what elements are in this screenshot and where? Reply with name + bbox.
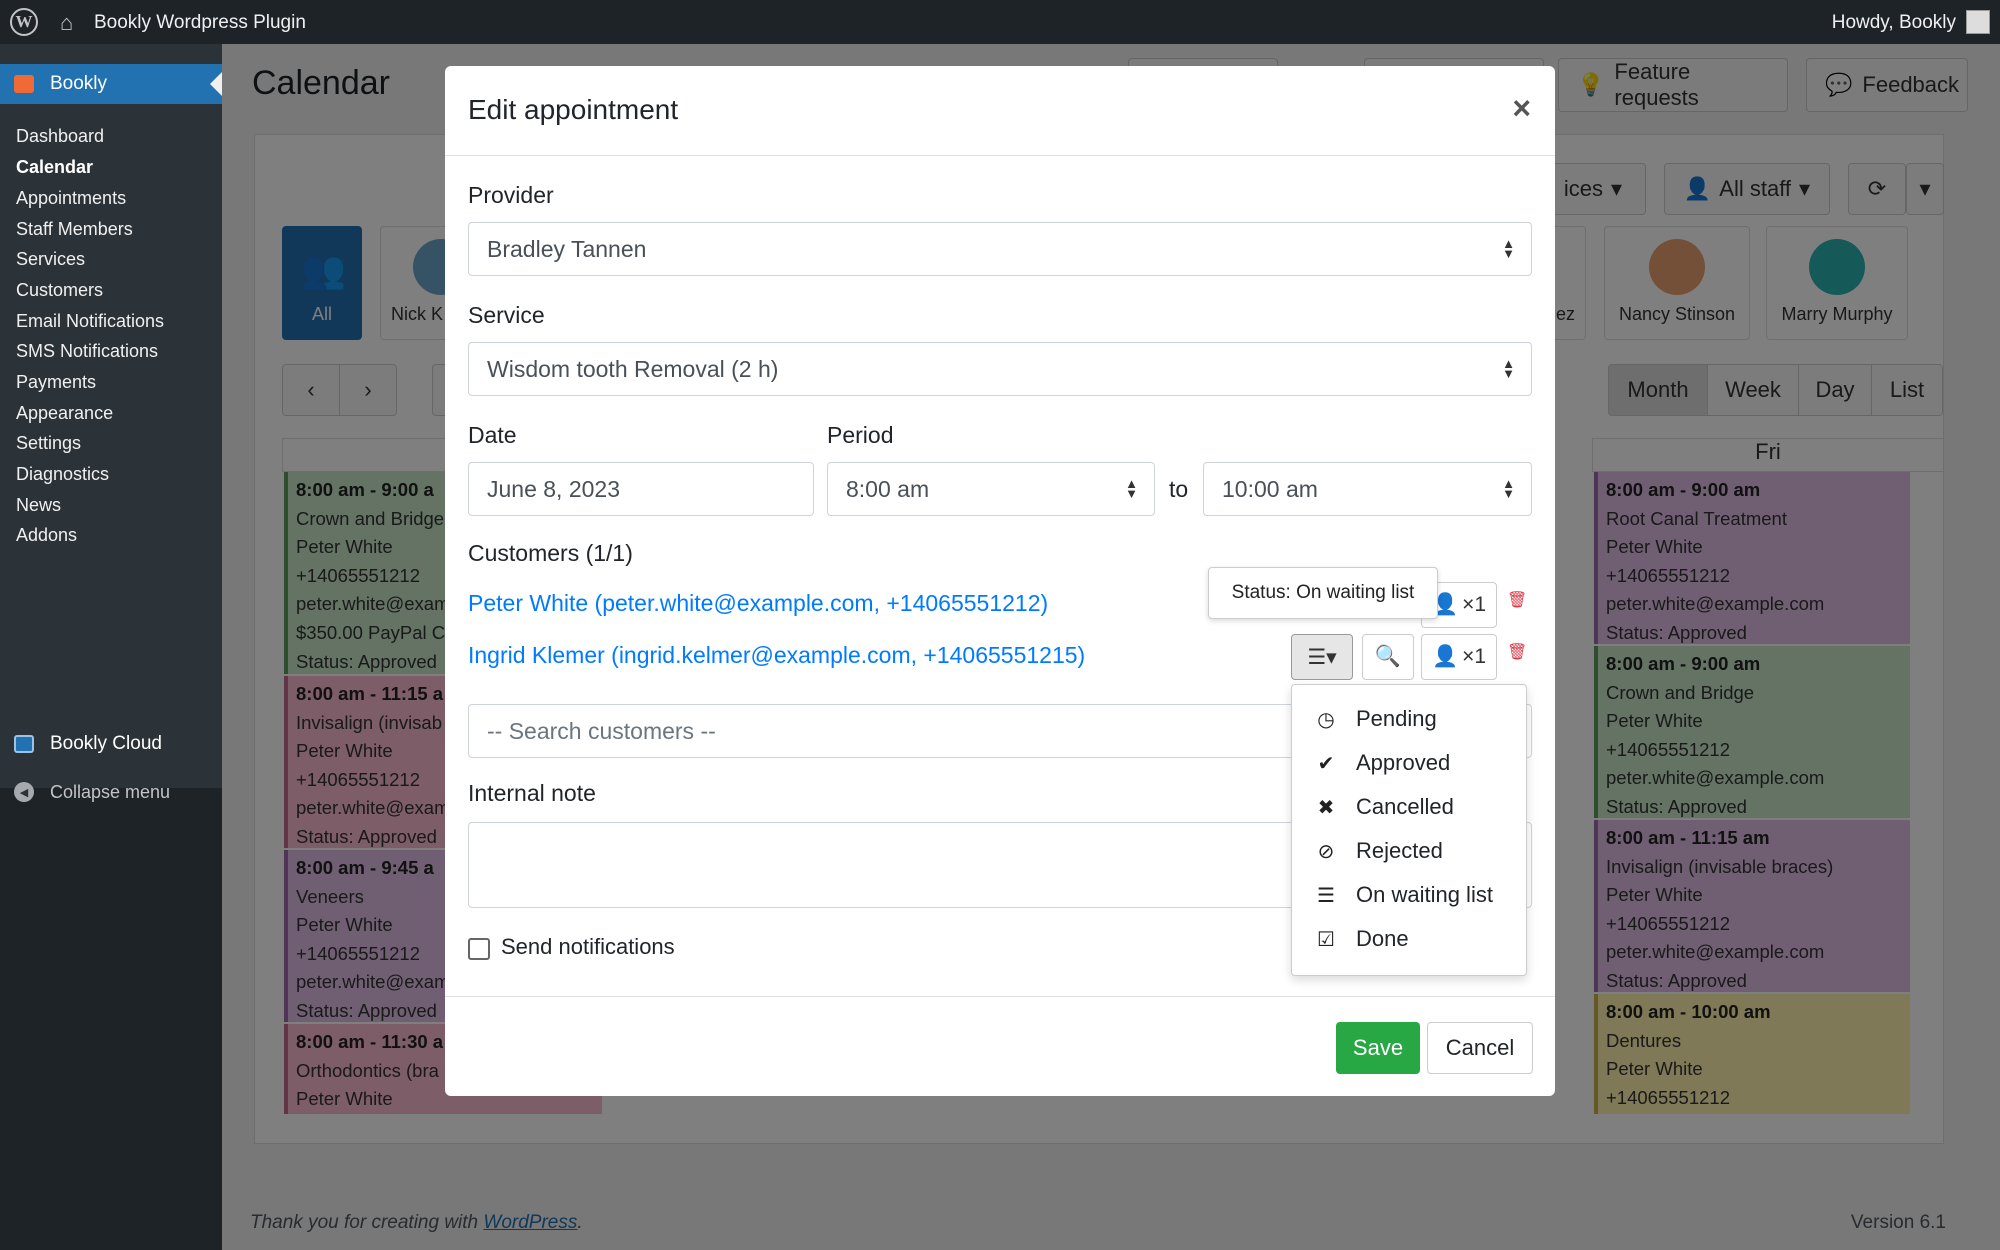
admin-bar: W ⌂ Bookly Wordpress Plugin Howdy, Bookl… [0, 0, 2000, 44]
people-count-label: ×1 [1462, 645, 1487, 668]
customers-label: Customers (1/1) [468, 540, 633, 566]
sidebar-item-staff[interactable]: Staff Members [16, 219, 133, 240]
sidebar-item-dashboard[interactable]: Dashboard [16, 126, 104, 147]
date-input[interactable]: June 8, 2023 [468, 462, 814, 516]
bookly-icon [14, 75, 34, 93]
provider-select[interactable]: Bradley Tannen ▲ ▼ [468, 222, 1532, 276]
collapse-icon: ◀ [14, 782, 34, 802]
sidebar-plugin-label: Bookly [50, 73, 108, 94]
status-option-done[interactable]: ☑ Done [1314, 919, 1409, 959]
status-option-label: Pending [1356, 706, 1437, 731]
period-to-value: 10:00 am [1222, 475, 1318, 502]
modal-footer-divider [445, 996, 1555, 997]
status-option-label: Approved [1356, 750, 1451, 775]
service-label: Service [468, 302, 545, 328]
select-arrows-icon: ▲ ▼ [1502, 476, 1515, 501]
clock-icon: ◷ [1317, 708, 1335, 731]
status-option-pending[interactable]: ◷ Pending [1314, 699, 1437, 739]
sidebar-item-customers[interactable]: Customers [16, 280, 103, 301]
people-count-button[interactable]: 👤 ×1 [1421, 634, 1497, 680]
service-select[interactable]: Wisdom tooth Removal (2 h) ▲ ▼ [468, 342, 1532, 396]
wordpress-logo-icon[interactable]: W [10, 8, 38, 36]
modal-title: Edit appointment [468, 94, 679, 125]
search-icon: 🔍 [1374, 645, 1402, 668]
period-label: Period [827, 422, 894, 448]
select-arrows-icon: ▲ ▼ [1502, 236, 1515, 261]
modal-header: Edit appointment × [445, 66, 1555, 156]
save-button[interactable]: Save [1336, 1022, 1420, 1074]
customer-details-button[interactable]: 🔍 [1362, 634, 1414, 680]
internal-note-label: Internal note [468, 780, 596, 806]
trash-icon[interactable]: 🗑 [1507, 642, 1529, 666]
status-option-label: Cancelled [1356, 794, 1454, 819]
period-to-word: to [1169, 476, 1189, 502]
check-icon: ✔ [1317, 752, 1335, 775]
people-count-label: ×1 [1462, 593, 1487, 616]
howdy-user[interactable]: Howdy, Bookly [1832, 12, 1956, 34]
sidebar-item-bookly-cloud[interactable]: Bookly Cloud [0, 724, 222, 764]
sidebar-item-settings[interactable]: Settings [16, 433, 81, 454]
cancel-button[interactable]: Cancel [1427, 1022, 1533, 1074]
status-option-waiting-list[interactable]: ☰ On waiting list [1314, 875, 1493, 915]
select-arrows-icon: ▲ ▼ [1125, 476, 1138, 501]
status-option-label: Done [1356, 926, 1409, 951]
period-from-value: 8:00 am [846, 475, 930, 502]
user-icon: 👤 [1431, 645, 1459, 668]
status-option-approved[interactable]: ✔ Approved [1314, 743, 1451, 783]
site-name-link[interactable]: Bookly Wordpress Plugin [94, 12, 306, 34]
sidebar-cloud-label: Bookly Cloud [50, 733, 162, 754]
status-option-label: Rejected [1356, 838, 1443, 863]
list-icon: ☰▾ [1307, 645, 1337, 669]
sidebar-item-payments[interactable]: Payments [16, 372, 96, 393]
search-placeholder: -- Search customers -- [487, 717, 716, 744]
sidebar-item-news[interactable]: News [16, 495, 61, 516]
ban-icon: ⊘ [1317, 840, 1335, 863]
avatar[interactable] [1966, 10, 1990, 34]
current-arrow [210, 72, 222, 96]
sidebar-item-calendar[interactable]: Calendar [16, 157, 93, 178]
sidebar-item-addons[interactable]: Addons [16, 525, 77, 546]
select-arrows-icon: ▲ ▼ [1502, 356, 1515, 381]
customer-link[interactable]: Ingrid Klemer (ingrid.kelmer@example.com… [468, 642, 1085, 669]
status-tooltip: Status: On waiting list [1208, 567, 1438, 619]
status-option-rejected[interactable]: ⊘ Rejected [1314, 831, 1443, 871]
collapse-menu-button[interactable]: ◀ Collapse menu [0, 772, 170, 812]
provider-value: Bradley Tannen [487, 235, 647, 262]
sidebar-item-appearance[interactable]: Appearance [16, 403, 113, 424]
send-notifications-label: Send notifications [501, 934, 675, 959]
status-dropdown-button[interactable]: ☰▾ [1291, 634, 1353, 680]
admin-sidebar: Bookly Dashboard Calendar Appointments S… [0, 44, 222, 1250]
check-square-icon: ☑ [1317, 928, 1335, 951]
list-ol-icon: ☰ [1317, 884, 1335, 907]
collapse-label: Collapse menu [50, 781, 171, 802]
status-option-cancelled[interactable]: ✖ Cancelled [1314, 787, 1454, 827]
home-icon[interactable]: ⌂ [60, 10, 73, 36]
period-from-select[interactable]: 8:00 am ▲ ▼ [827, 462, 1155, 516]
period-to-select[interactable]: 10:00 am ▲ ▼ [1203, 462, 1532, 516]
sidebar-item-email-notifications[interactable]: Email Notifications [16, 311, 164, 332]
times-icon: ✖ [1317, 796, 1335, 819]
date-value: June 8, 2023 [487, 475, 621, 502]
send-notifications-checkbox[interactable] [468, 938, 490, 960]
trash-icon[interactable]: 🗑 [1507, 590, 1529, 614]
sidebar-item-diagnostics[interactable]: Diagnostics [16, 464, 109, 485]
close-icon[interactable]: × [1512, 90, 1531, 127]
sidebar-item-appointments[interactable]: Appointments [16, 188, 126, 209]
sidebar-item-bookly[interactable]: Bookly [0, 64, 222, 104]
cloud-icon [14, 735, 34, 753]
provider-label: Provider [468, 182, 554, 208]
service-value: Wisdom tooth Removal (2 h) [487, 355, 779, 382]
edit-appointment-modal: Edit appointment × Provider Bradley Tann… [445, 66, 1555, 1096]
status-dropdown-menu: ◷ Pending ✔ Approved ✖ Cancelled ⊘ Rejected … [1291, 684, 1527, 976]
date-label: Date [468, 422, 517, 448]
customer-link[interactable]: Peter White (peter.white@example.com, +1… [468, 590, 1048, 617]
sidebar-item-sms-notifications[interactable]: SMS Notifications [16, 341, 158, 362]
status-option-label: On waiting list [1356, 882, 1493, 907]
sidebar-item-services[interactable]: Services [16, 249, 85, 270]
